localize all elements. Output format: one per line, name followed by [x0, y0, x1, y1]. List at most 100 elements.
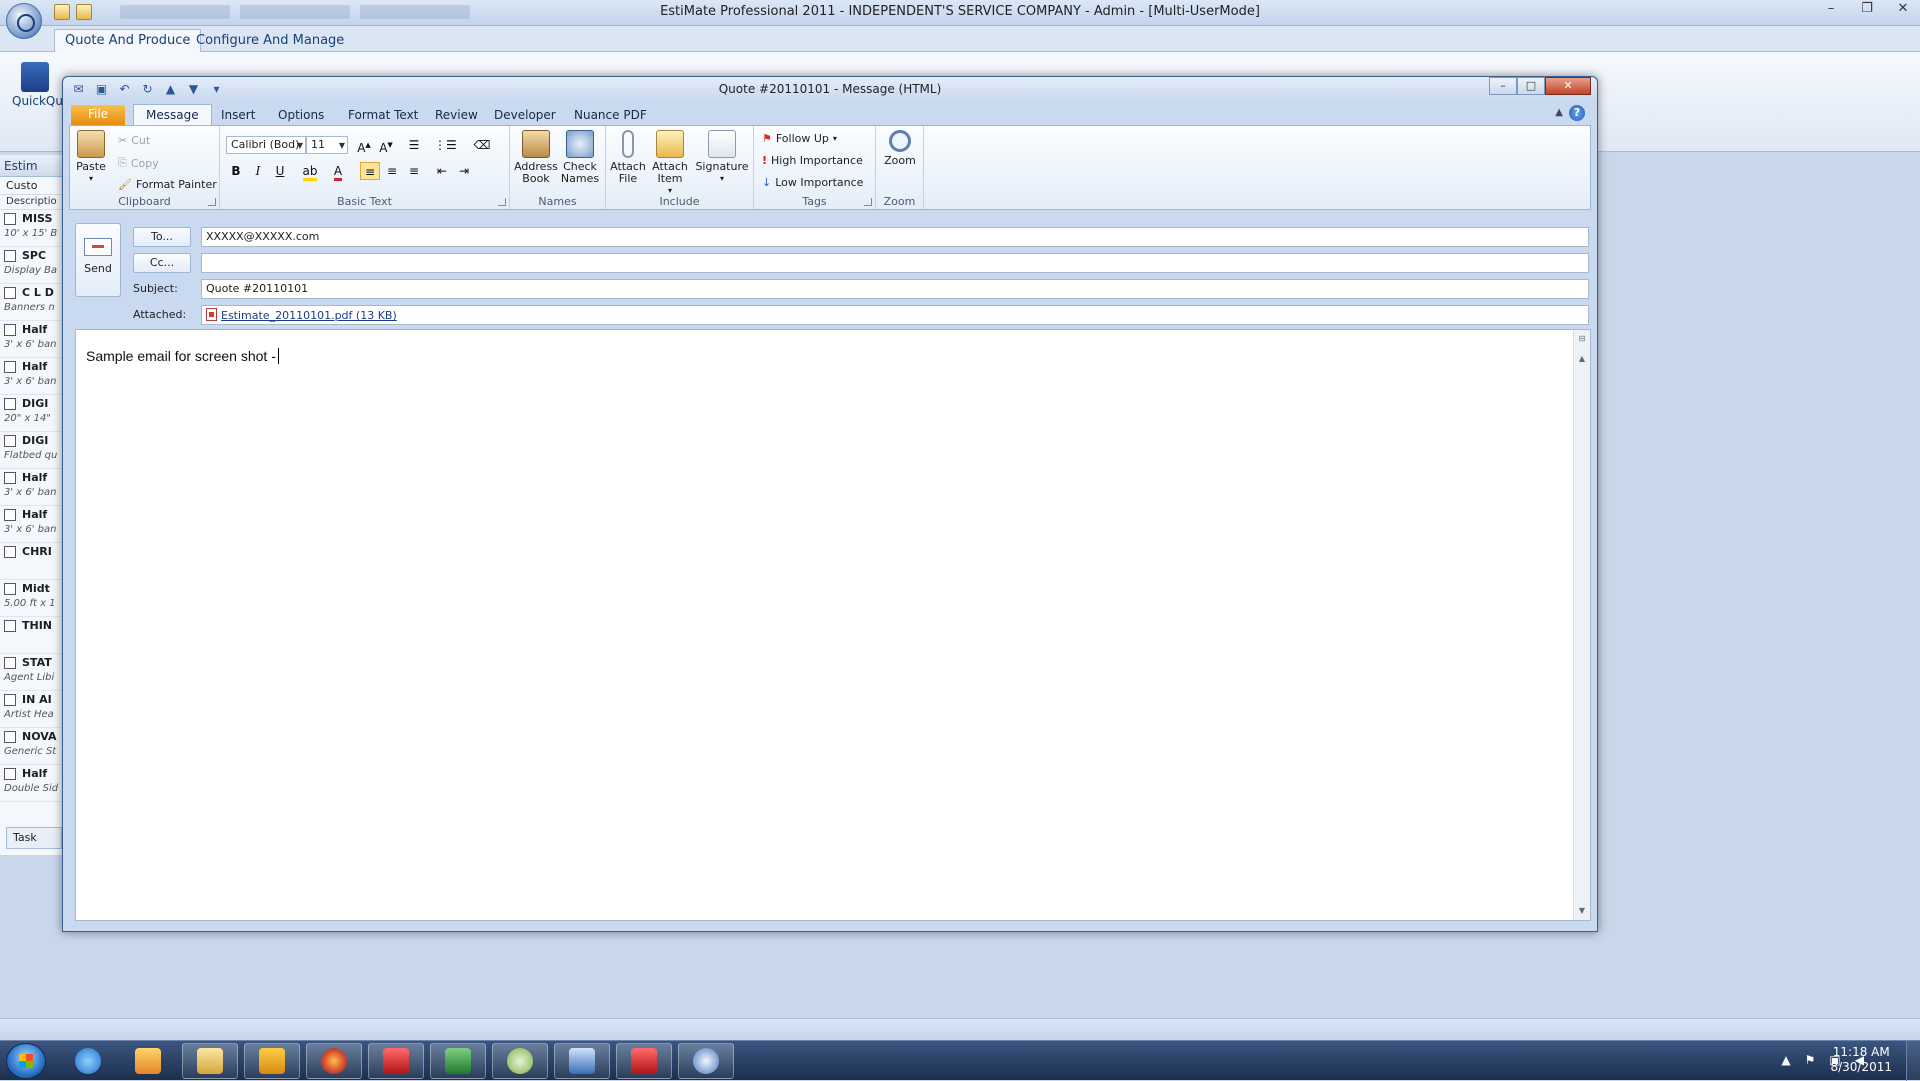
job-checkbox[interactable] — [4, 619, 16, 632]
low-importance-button[interactable]: ↓ Low Importance — [762, 176, 863, 189]
close-icon[interactable]: ✕ — [1545, 77, 1591, 95]
job-checkbox[interactable] — [4, 545, 16, 558]
address-book-button[interactable]: Address Book — [514, 130, 558, 185]
dialog-launcher-icon[interactable] — [498, 198, 506, 206]
firefox-icon[interactable] — [306, 1043, 362, 1079]
vertical-scrollbar[interactable]: ⊟ ▲ ▼ — [1573, 330, 1590, 920]
close-icon[interactable]: ✕ — [1892, 1, 1914, 16]
job-checkbox[interactable] — [4, 212, 16, 225]
signature-button[interactable]: Signature ▾ — [694, 130, 750, 185]
job-checkbox[interactable] — [4, 397, 16, 410]
show-desktop-button[interactable] — [1906, 1041, 1920, 1081]
job-list-item[interactable]: C L D Banners n — [0, 284, 65, 321]
sidebar-header[interactable]: Estim — [0, 155, 65, 177]
job-list-item[interactable]: MISS 10' x 15' B — [0, 210, 65, 247]
align-center-button[interactable]: ≡ — [382, 162, 402, 180]
job-checkbox[interactable] — [4, 508, 16, 521]
job-list-item[interactable]: IN AI Artist Hea — [0, 691, 65, 728]
cc-field[interactable] — [201, 253, 1589, 273]
sidebar-customer-item[interactable]: Custo — [0, 177, 65, 195]
job-list-item[interactable]: SPC Display Ba — [0, 247, 65, 284]
align-right-button[interactable]: ≡ — [404, 162, 424, 180]
shrink-font-button[interactable]: A▼ — [376, 136, 396, 155]
google-talk-icon[interactable] — [492, 1043, 548, 1079]
action-center-flag-icon[interactable]: ⚑ — [1805, 1053, 1816, 1067]
grow-font-button[interactable]: A▲ — [354, 136, 374, 155]
tab-developer[interactable]: Developer — [488, 106, 562, 124]
tab-message[interactable]: Message — [133, 104, 212, 126]
internet-explorer-icon[interactable] — [60, 1043, 116, 1079]
check-names-button[interactable]: Check Names — [558, 130, 602, 185]
dialog-launcher-icon[interactable] — [864, 198, 872, 206]
help-icon[interactable]: ? — [1569, 105, 1585, 121]
start-button[interactable] — [6, 1043, 46, 1079]
job-checkbox[interactable] — [4, 730, 16, 743]
job-checkbox[interactable] — [4, 656, 16, 669]
job-list-item[interactable]: Half 3' x 6' ban — [0, 469, 65, 506]
decrease-indent-button[interactable]: ⇤ — [432, 162, 452, 180]
clear-formatting-button[interactable]: ⌫ — [472, 136, 492, 154]
font-size-select[interactable]: 11 ▼ — [306, 136, 348, 154]
scroll-down-icon[interactable]: ▼ — [1575, 904, 1589, 918]
tab-quote-and-produce[interactable]: Quote And Produce — [54, 29, 202, 52]
job-checkbox[interactable] — [4, 582, 16, 595]
font-name-select[interactable]: Calibri (Bod) ▼ — [226, 136, 306, 154]
sidebar-description-column[interactable]: Descriptio — [0, 195, 65, 210]
ruler-toggle-icon[interactable]: ⊟ — [1575, 332, 1589, 346]
underline-button[interactable]: U — [270, 162, 290, 180]
cc-button[interactable]: Cc... — [133, 253, 191, 273]
job-checkbox[interactable] — [4, 434, 16, 447]
job-list-item[interactable]: NOVA Generic St — [0, 728, 65, 765]
tab-file[interactable]: File — [71, 105, 125, 125]
job-checkbox[interactable] — [4, 767, 16, 780]
job-list-item[interactable]: Half 3' x 6' ban — [0, 506, 65, 543]
italic-button[interactable]: I — [248, 162, 268, 180]
estimate-icon[interactable] — [678, 1043, 734, 1079]
job-list-item[interactable]: DIGI 20" x 14" — [0, 395, 65, 432]
adobe-acrobat-icon[interactable] — [368, 1043, 424, 1079]
attach-file-button[interactable]: Attach File — [608, 130, 648, 185]
tab-insert[interactable]: Insert — [215, 106, 261, 124]
job-list-item[interactable]: THIN — [0, 617, 65, 654]
tab-review[interactable]: Review — [429, 106, 484, 124]
message-body-editor[interactable]: Sample email for screen shot - ⊟ ▲ ▼ — [75, 329, 1591, 921]
paste-button[interactable]: Paste ▾ — [72, 130, 110, 185]
follow-up-button[interactable]: ⚑ Follow Up ▾ — [762, 132, 837, 145]
windows-explorer-icon[interactable] — [182, 1043, 238, 1079]
cut-button[interactable]: ✂ Cut — [118, 134, 150, 147]
show-hidden-icons-icon[interactable]: ▲ — [1781, 1053, 1790, 1067]
dialog-launcher-icon[interactable] — [208, 198, 216, 206]
minimize-icon[interactable]: – — [1489, 77, 1517, 95]
job-list-item[interactable]: Midt 5.00 ft x 1 — [0, 580, 65, 617]
highlight-color-button[interactable]: ab — [300, 162, 320, 181]
excel-icon[interactable] — [430, 1043, 486, 1079]
minimize-ribbon-icon[interactable]: ▲ — [1555, 107, 1563, 118]
maximize-icon[interactable]: □ — [1517, 77, 1545, 95]
job-list-item[interactable]: CHRI — [0, 543, 65, 580]
remote-desktop-icon[interactable] — [554, 1043, 610, 1079]
task-button[interactable]: Task — [6, 827, 62, 849]
media-player-icon[interactable] — [120, 1043, 176, 1079]
adobe-acrobat-2-icon[interactable] — [616, 1043, 672, 1079]
estimate-app-menu-button[interactable] — [6, 3, 42, 39]
font-color-button[interactable]: A — [328, 162, 348, 181]
tab-configure-and-manage[interactable]: Configure And Manage — [186, 30, 354, 51]
align-left-button[interactable]: ≡ — [360, 162, 380, 180]
job-list-item[interactable]: Half Double Sid — [0, 765, 65, 802]
zoom-button[interactable]: Zoom — [880, 130, 920, 167]
body-text-line[interactable]: Sample email for screen shot - — [86, 348, 279, 364]
job-checkbox[interactable] — [4, 323, 16, 336]
bold-button[interactable]: B — [226, 162, 246, 180]
format-painter-button[interactable]: 🖌 Format Painter — [118, 178, 217, 191]
job-checkbox[interactable] — [4, 693, 16, 706]
system-clock[interactable]: 11:18 AM 8/30/2011 — [1830, 1045, 1892, 1075]
job-checkbox[interactable] — [4, 286, 16, 299]
tab-nuance-pdf[interactable]: Nuance PDF — [568, 106, 653, 124]
job-checkbox[interactable] — [4, 471, 16, 484]
restore-icon[interactable]: ❐ — [1856, 1, 1878, 16]
tab-options[interactable]: Options — [272, 106, 330, 124]
attach-item-button[interactable]: Attach Item ▾ — [648, 130, 692, 197]
to-field[interactable]: XXXXX@XXXXX.com — [201, 227, 1589, 247]
subject-field[interactable]: Quote #20110101 — [201, 279, 1589, 299]
bullets-button[interactable]: ☰ — [404, 136, 424, 154]
